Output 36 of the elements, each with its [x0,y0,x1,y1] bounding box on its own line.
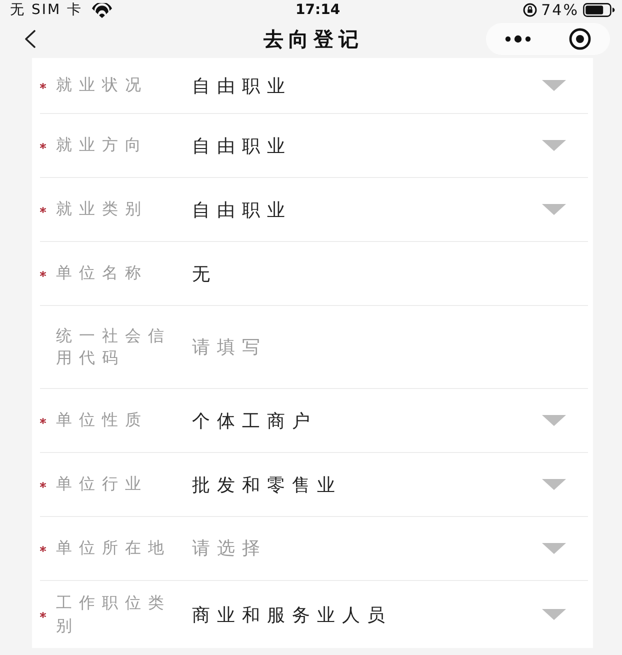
dropdown-triangle-icon[interactable] [542,80,566,91]
carrier-text: 无 SIM 卡 [10,0,82,20]
select-field[interactable]: 自由职业 [192,196,530,224]
input-field[interactable]: 无 [192,260,530,288]
field-label: 就业状况 [56,74,149,96]
page-title: 去向登记 [264,26,364,53]
dropdown-triangle-icon[interactable] [542,479,566,490]
back-button[interactable] [24,30,36,48]
field-label: 单位名称 [56,262,149,284]
dropdown-triangle-icon[interactable] [542,204,566,215]
field-label: 就业方向 [56,134,149,156]
dropdown-triangle-icon[interactable] [542,415,566,426]
select-field[interactable]: 个体工商户 [192,406,530,434]
battery-percent: 74% [541,0,579,21]
field-label: 单位性质 [56,409,149,432]
wifi-icon [90,2,112,18]
circle-dot-icon[interactable] [569,28,591,50]
select-field[interactable]: 请选择 [192,534,530,562]
dropdown-triangle-icon[interactable] [542,140,566,151]
select-field[interactable]: 自由职业 [192,72,530,100]
back-icon [24,30,36,48]
clock-time: 17:14 [296,0,340,20]
battery-icon [582,3,615,17]
orientation-lock-icon [523,3,538,17]
input-field[interactable]: 请填写 [192,333,530,361]
select-field[interactable]: 商业和服务业人员 [192,600,530,628]
dropdown-triangle-icon[interactable] [542,543,566,554]
select-field[interactable]: 自由职业 [192,132,530,160]
field-label: 单位所在地 [56,537,172,560]
field-label: 单位行业 [56,473,149,496]
dropdown-triangle-icon[interactable] [542,609,566,620]
field-label: 就业类别 [56,198,149,220]
select-field[interactable]: 批发和零售业 [192,470,530,498]
more-icon[interactable] [505,35,531,43]
field-label: 工作职位类别 [56,592,172,636]
field-label: 统一社会信用代码 [56,324,172,369]
